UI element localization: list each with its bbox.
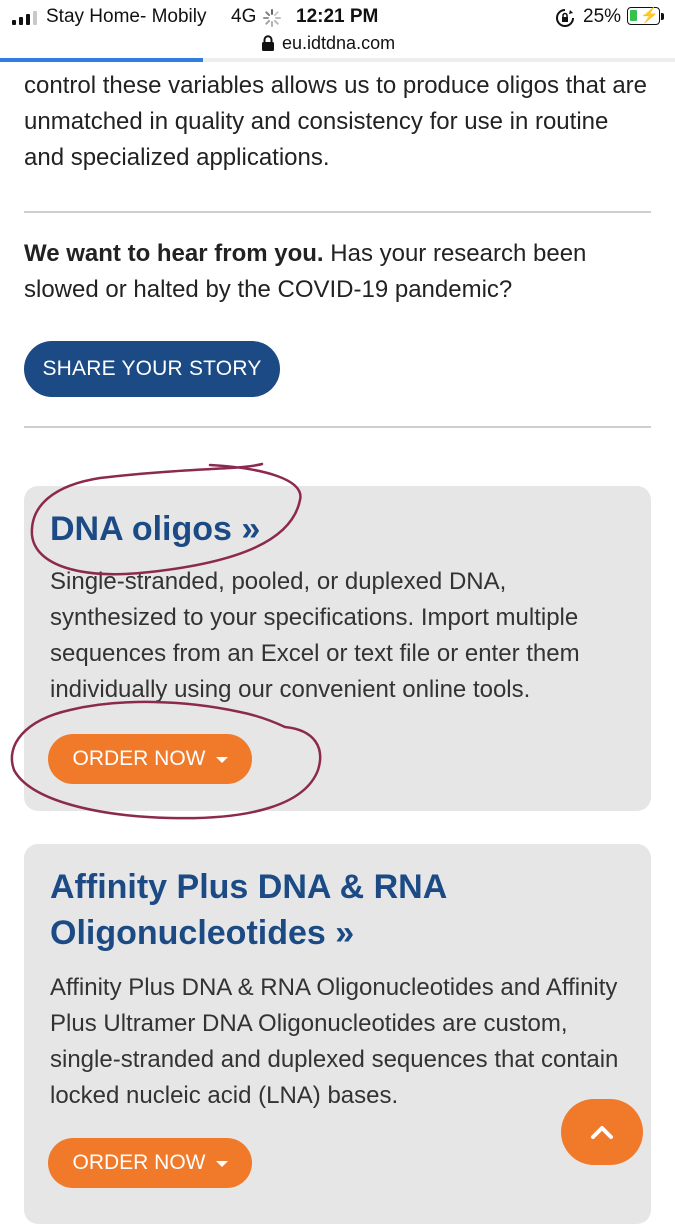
card-title-link[interactable]: DNA oligos » — [50, 506, 260, 552]
battery-charging-icon: ⚡ — [627, 7, 660, 25]
url-text: eu.idtdna.com — [282, 33, 396, 53]
battery-percent: 25% — [583, 6, 622, 27]
chevron-up-icon — [591, 1126, 613, 1139]
loading-spinner-icon — [263, 9, 281, 27]
intro-paragraph: control these variables allows us to pro… — [24, 72, 648, 171]
card-title-link[interactable]: Affinity Plus DNA & RNA Oligonucleotides… — [50, 864, 610, 956]
page-load-progress — [0, 58, 675, 62]
product-card-dna-oligos: DNA oligos » Single-stranded, pooled, or… — [24, 486, 651, 811]
order-now-label: ORDER NOW — [72, 747, 206, 770]
orientation-lock-icon — [556, 9, 574, 27]
order-now-button[interactable]: ORDER NOW — [48, 734, 252, 784]
network-type: 4G — [231, 6, 257, 27]
caret-down-icon — [215, 757, 228, 763]
product-card-affinity-plus: Affinity Plus DNA & RNA Oligonucleotides… — [24, 844, 651, 1224]
caret-down-icon — [215, 1161, 228, 1167]
order-now-button[interactable]: ORDER NOW — [48, 1138, 252, 1188]
card-description: Single-stranded, pooled, or duplexed DNA… — [50, 568, 580, 703]
address-bar[interactable]: eu.idtdna.com — [0, 30, 675, 60]
back-to-top-button[interactable] — [561, 1099, 643, 1165]
progress-fill — [0, 58, 203, 62]
divider — [24, 211, 651, 213]
signal-bars-icon — [12, 9, 37, 25]
feedback-heading: We want to hear from you. — [24, 240, 324, 267]
share-your-story-button[interactable]: SHARE YOUR STORY — [24, 341, 280, 397]
order-now-label: ORDER NOW — [72, 1151, 206, 1174]
card-description: Affinity Plus DNA & RNA Oligonucleotides… — [50, 974, 619, 1109]
clock-time: 12:21 PM — [296, 6, 379, 27]
feedback-paragraph: We want to hear from you. Has your resea… — [24, 236, 654, 308]
lock-icon — [262, 35, 274, 51]
divider — [24, 426, 651, 428]
battery-nub — [661, 13, 664, 20]
carrier-name: Stay Home- Mobily — [46, 6, 207, 27]
